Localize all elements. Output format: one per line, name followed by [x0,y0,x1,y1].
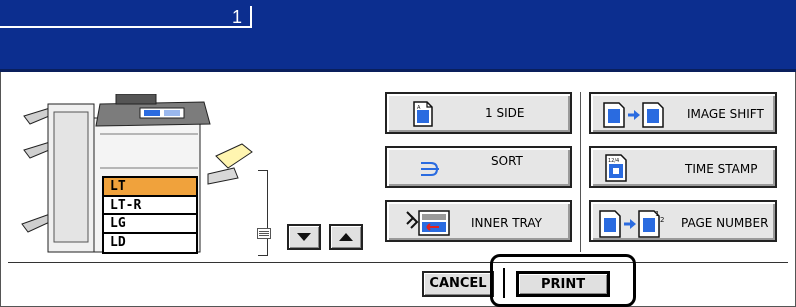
copy-count: 1 [231,7,242,27]
title-bar: 1 [0,0,796,72]
inner-tray-button[interactable]: INNER TRAY [385,200,572,242]
inner-tray-label: INNER TRAY [471,216,543,230]
tray-option-ld[interactable]: LD [104,234,196,253]
scroll-down-button[interactable] [287,224,321,250]
page-number-label: PAGE NUMBER [681,216,769,230]
page-number-icon: 1 2 [599,210,664,238]
paper-tray-list: LT LT-R LG LD [102,176,198,254]
tray-option-lg[interactable]: LG [104,215,196,234]
triangle-up-icon [339,233,353,241]
image-shift-button[interactable]: IMAGE SHIFT [589,92,777,134]
one-side-label: 1 SIDE [485,106,525,120]
triangle-down-icon [297,233,311,241]
svg-text:2: 2 [660,216,664,224]
one-side-button[interactable]: A 1 SIDE [385,92,572,134]
time-stamp-label: TIME STAMP [685,162,758,176]
scroll-up-button[interactable] [329,224,363,250]
page-number-button[interactable]: 1 2 PAGE NUMBER [589,200,777,242]
cancel-button[interactable]: CANCEL [422,271,494,297]
svg-text:1: 1 [655,210,659,218]
image-shift-icon [603,102,664,128]
tray-bracket [258,170,268,256]
sort-button[interactable]: SORT [385,146,572,188]
sort-icon [421,162,439,176]
inner-tray-icon [406,210,450,236]
tray-option-lt-r[interactable]: LT-R [104,197,196,215]
bottom-divider [8,262,788,263]
function-divider [580,92,581,252]
print-button[interactable]: PRINT [516,271,610,297]
document-page-icon: A [413,101,433,127]
tray-option-lt[interactable]: LT [104,178,196,197]
sort-label: SORT [491,154,523,168]
svg-text:12/4: 12/4 [608,158,619,164]
copy-count-field: 1 [0,6,252,28]
time-stamp-button[interactable]: 12/4 TIME STAMP [589,146,777,188]
time-stamp-icon: 12/4 [605,154,627,182]
image-shift-label: IMAGE SHIFT [687,107,764,121]
svg-text:A: A [417,105,421,111]
list-icon [257,228,271,239]
